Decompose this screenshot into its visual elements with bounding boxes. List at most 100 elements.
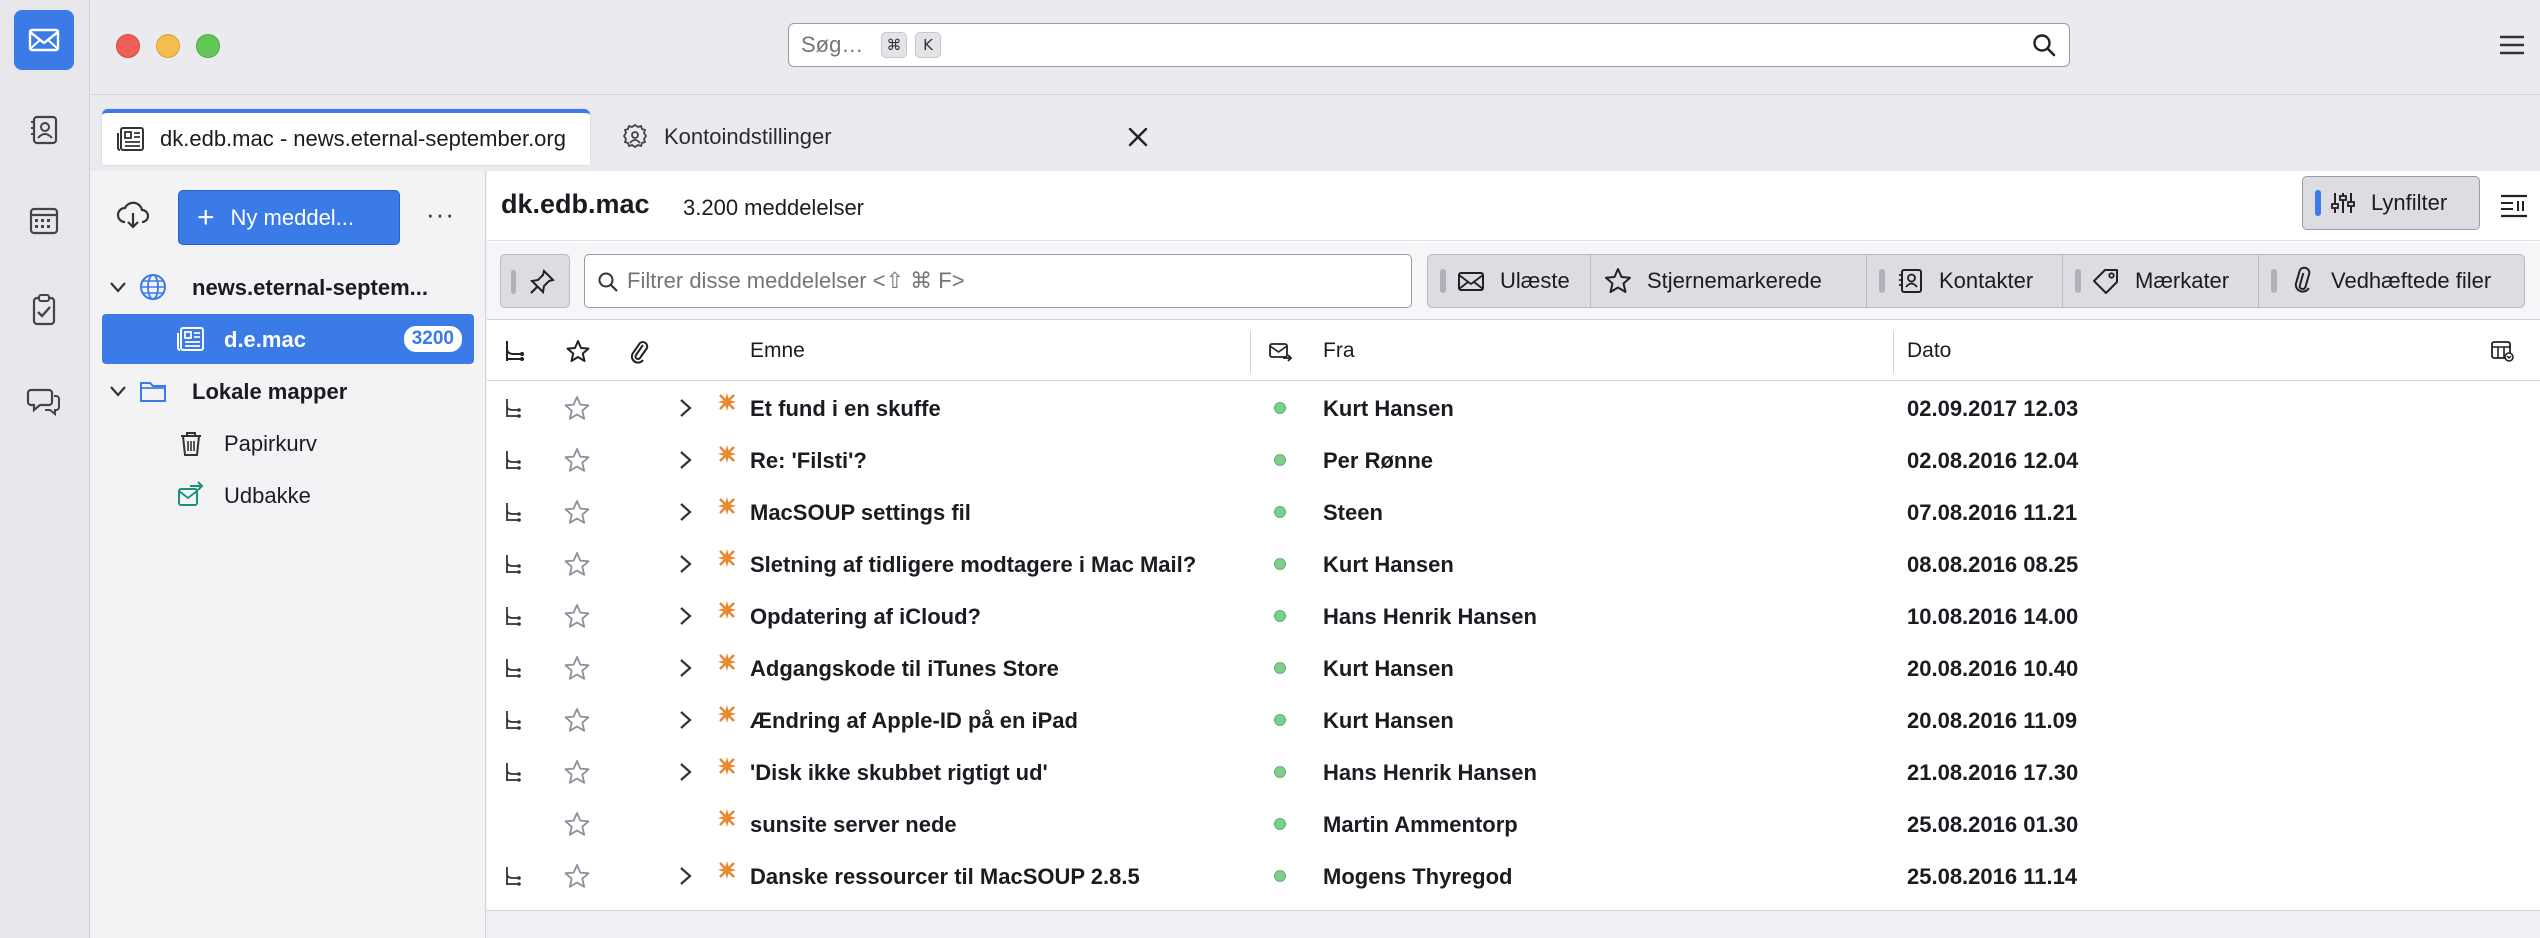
close-tab-icon[interactable] (1122, 121, 1154, 153)
thread-column-icon[interactable] (501, 338, 527, 364)
star-icon[interactable] (563, 654, 591, 682)
star-icon[interactable] (563, 602, 591, 630)
chevron-right-icon[interactable] (675, 709, 695, 731)
message-subject: Opdatering af iCloud? (750, 604, 981, 629)
mail-space-button[interactable] (14, 10, 74, 70)
get-messages-icon[interactable] (116, 197, 150, 231)
app-menu-icon[interactable] (2496, 30, 2528, 60)
online-status-dot (1274, 870, 1286, 882)
table-row[interactable]: sunsite server nede Martin Ammentorp 25.08… (487, 798, 2540, 850)
thread-icon[interactable] (501, 448, 525, 472)
online-status-dot (1274, 714, 1286, 726)
newsgroup-folder-icon (177, 327, 204, 351)
star-icon[interactable] (563, 446, 591, 474)
from-column-header[interactable]: Fra (1323, 339, 1355, 363)
thread-icon[interactable] (501, 500, 525, 524)
chevron-right-icon[interactable] (675, 501, 695, 523)
global-search-input[interactable] (801, 32, 881, 58)
table-row[interactable]: 'Disk ikke skubbet rigtigt ud' Hans Henri… (487, 746, 2540, 798)
chevron-right-icon[interactable] (675, 397, 695, 419)
chat-icon (26, 388, 60, 417)
minimize-window-button[interactable] (156, 34, 180, 58)
star-icon[interactable] (563, 706, 591, 734)
chevron-right-icon[interactable] (675, 761, 695, 783)
message-subject: sunsite server nede (750, 812, 957, 837)
correspondent-column-icon[interactable] (1267, 338, 1293, 364)
zoom-window-button[interactable] (196, 34, 220, 58)
tab-newsgroup[interactable]: dk.edb.mac - news.eternal-september.org (102, 109, 590, 165)
star-icon[interactable] (563, 394, 591, 422)
message-date: 20.08.2016 10.40 (1907, 656, 2079, 681)
chat-space-button[interactable] (14, 370, 74, 430)
search-icon[interactable] (2031, 32, 2057, 58)
display-options-icon[interactable] (2498, 191, 2530, 221)
star-icon[interactable] (563, 862, 591, 890)
star-icon[interactable] (563, 758, 591, 786)
folder-outbox[interactable]: Udbakke (102, 470, 474, 520)
new-message-button[interactable]: + Ny meddel... (178, 190, 400, 245)
chevron-right-icon[interactable] (675, 553, 695, 575)
sticky-filter-button[interactable] (500, 254, 570, 308)
column-picker-icon[interactable] (2489, 338, 2515, 364)
chevron-down-icon[interactable] (108, 277, 128, 297)
date-column-header[interactable]: Dato (1907, 339, 1951, 363)
filter-messages-box[interactable] (584, 254, 1412, 308)
new-message-icon (718, 549, 736, 567)
tab-account-settings[interactable]: Kontoindstillinger (608, 109, 1168, 165)
star-icon[interactable] (563, 810, 591, 838)
subject-column-header[interactable]: Emne (750, 339, 805, 363)
chevron-right-icon[interactable] (675, 605, 695, 627)
address-book-space-button[interactable] (14, 100, 74, 160)
table-row[interactable]: Et fund i en skuffe Kurt Hansen 02.09.2017… (487, 382, 2540, 434)
thread-icon[interactable] (501, 604, 525, 628)
thread-icon[interactable] (501, 396, 525, 420)
folder-trash[interactable]: Papirkurv (102, 418, 474, 468)
thread-icon[interactable] (501, 552, 525, 576)
tasks-space-button[interactable] (14, 280, 74, 340)
filter-tags-button[interactable]: Mærkater (2063, 254, 2259, 308)
attachment-column-icon[interactable] (627, 338, 653, 364)
more-options-button[interactable]: ··· (426, 199, 455, 230)
close-window-button[interactable] (116, 34, 140, 58)
table-row[interactable]: Sletning af tidligere modtagere i Mac Ma… (487, 538, 2540, 590)
filter-messages-input[interactable] (627, 268, 1387, 294)
thread-icon[interactable] (501, 656, 525, 680)
online-status-dot (1274, 766, 1286, 778)
star-icon (1605, 268, 1631, 293)
filter-starred-button[interactable]: Stjernemarkerede (1591, 254, 1867, 308)
paperclip-icon (2294, 266, 2311, 293)
starred-column-icon[interactable] (565, 338, 591, 364)
thread-icon[interactable] (501, 708, 525, 732)
folder-account[interactable]: news.eternal-septem... (102, 262, 474, 312)
chevron-right-icon[interactable] (675, 865, 695, 887)
table-row[interactable]: Danske ressourcer til MacSOUP 2.8.5 Mogen… (487, 850, 2540, 902)
table-row[interactable]: Re: 'Filsti'? Per Rønne 02.08.2016 12.04 (487, 434, 2540, 486)
chevron-right-icon[interactable] (675, 657, 695, 679)
unread-mail-icon (1458, 272, 1484, 291)
star-icon[interactable] (563, 498, 591, 526)
folder-newsgroup[interactable]: d.e.mac 3200 (102, 314, 474, 364)
table-row[interactable]: Opdatering af iCloud? Hans Henrik Hansen 1… (487, 590, 2540, 642)
thread-icon[interactable] (501, 760, 525, 784)
filter-unread-button[interactable]: Ulæste (1427, 254, 1591, 308)
filter-contacts-button[interactable]: Kontakter (1867, 254, 2063, 308)
filter-attachments-button[interactable]: Vedhæftede filer (2259, 254, 2525, 308)
table-row[interactable]: Ændring af Apple-ID på en iPad Kurt Hanse… (487, 694, 2540, 746)
chevron-down-icon[interactable] (108, 381, 128, 401)
outbox-icon (178, 481, 204, 506)
thread-pane-header: dk.edb.mac 3.200 meddelelser Lynfilter (487, 171, 2540, 241)
global-search-box[interactable]: ⌘ K (788, 23, 2070, 67)
filter-unread-label: Ulæste (1500, 268, 1570, 293)
star-icon[interactable] (563, 550, 591, 578)
tab-account-settings-label: Kontoindstillinger (664, 124, 832, 149)
message-sender: Steen (1323, 500, 1383, 525)
calendar-space-button[interactable] (14, 190, 74, 250)
folder-local[interactable]: Lokale mapper (102, 366, 474, 416)
thread-icon[interactable] (501, 864, 525, 888)
quick-filter-button[interactable]: Lynfilter (2302, 176, 2480, 230)
horizontal-scrollbar[interactable] (487, 910, 2540, 938)
table-row[interactable]: Adgangskode til iTunes Store Kurt Hansen 2… (487, 642, 2540, 694)
table-row[interactable]: MacSOUP settings fil Steen 07.08.2016 11.2… (487, 486, 2540, 538)
chevron-right-icon[interactable] (675, 449, 695, 471)
trash-icon (181, 432, 201, 456)
